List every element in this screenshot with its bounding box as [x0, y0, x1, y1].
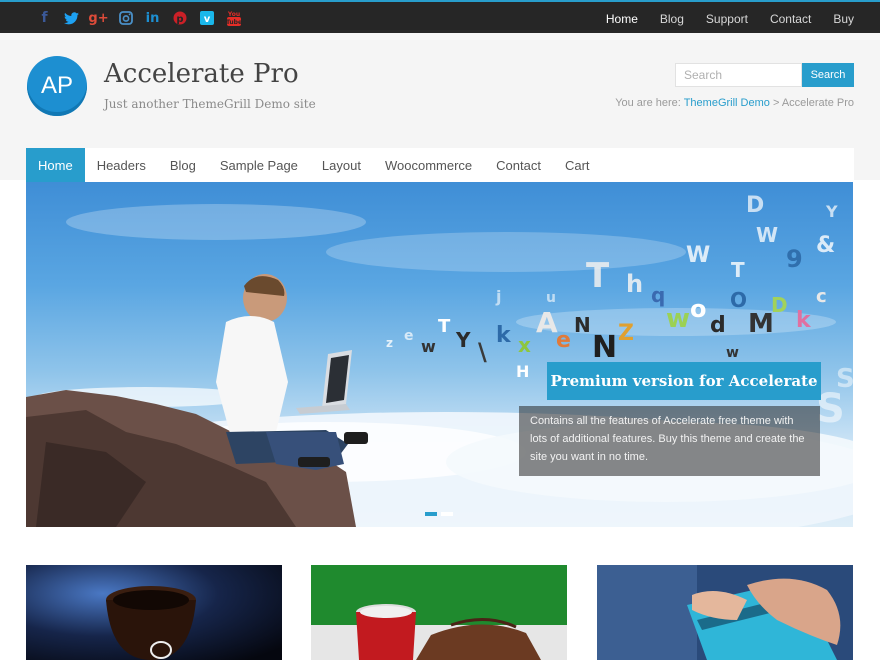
featured-post-image-2[interactable] — [311, 565, 567, 660]
nav-item-blog[interactable]: Blog — [158, 148, 208, 182]
nav-item-headers[interactable]: Headers — [85, 148, 158, 182]
breadcrumb-prefix: You are here: — [615, 97, 681, 109]
twitter-icon[interactable] — [58, 9, 85, 27]
breadcrumb: You are here: ThemeGrill Demo > Accelera… — [615, 97, 854, 109]
svg-text:d: d — [710, 313, 726, 338]
pinterest-icon[interactable]: p — [166, 9, 193, 27]
svg-text:q: q — [651, 283, 665, 307]
red-mug-image — [311, 565, 567, 660]
svg-text:w: w — [421, 337, 436, 356]
svg-text:e: e — [404, 328, 414, 344]
breadcrumb-link-home[interactable]: ThemeGrill Demo — [684, 97, 770, 109]
facebook-icon[interactable]: f — [31, 9, 58, 27]
slider-pagination — [425, 512, 453, 516]
svg-text:e: e — [556, 328, 571, 353]
svg-text:S: S — [836, 364, 853, 394]
svg-text:T: T — [731, 258, 745, 282]
svg-text:&: & — [816, 233, 835, 258]
breadcrumb-current: Accelerate Pro — [781, 97, 854, 109]
nav-item-home[interactable]: Home — [26, 148, 85, 182]
svg-text:H: H — [516, 362, 529, 381]
svg-text:N: N — [574, 313, 591, 337]
svg-text:p: p — [176, 14, 183, 25]
svg-text:N: N — [592, 330, 617, 365]
svg-text:j: j — [495, 287, 501, 306]
coffee-cup-image — [26, 565, 282, 660]
nav-item-layout[interactable]: Layout — [310, 148, 373, 182]
slide-caption-title[interactable]: Premium version for Accelerate — [547, 362, 821, 400]
linkedin-icon[interactable]: in — [139, 9, 166, 27]
nav-item-contact[interactable]: Contact — [484, 148, 553, 182]
svg-text:M: M — [748, 309, 774, 339]
slider-dot-2[interactable] — [441, 512, 453, 516]
nav-item-woocommerce[interactable]: Woocommerce — [373, 148, 484, 182]
featured-post-image-3[interactable] — [597, 565, 853, 660]
svg-text:v: v — [203, 14, 210, 25]
main-navigation: Home Headers Blog Sample Page Layout Woo… — [26, 148, 854, 182]
svg-text:9: 9 — [786, 245, 803, 273]
vimeo-icon[interactable]: v — [193, 9, 220, 27]
svg-text:x: x — [518, 333, 531, 357]
svg-text:k: k — [796, 308, 812, 333]
social-links: f g+ in p v You Tube — [31, 9, 247, 27]
topnav-blog[interactable]: Blog — [660, 12, 684, 26]
top-bar: f g+ in p v You Tube Home Blog Support Co… — [0, 0, 880, 33]
credit-card-image — [597, 565, 853, 660]
search-button[interactable]: Search — [802, 63, 854, 87]
svg-text:Y: Y — [455, 328, 471, 352]
svg-text:u: u — [546, 290, 556, 306]
search-input[interactable] — [675, 63, 802, 87]
top-navigation: Home Blog Support Contact Buy — [606, 12, 854, 26]
site-title[interactable]: Accelerate Pro — [104, 59, 299, 89]
svg-text:D: D — [746, 193, 764, 218]
topnav-contact[interactable]: Contact — [770, 12, 811, 26]
svg-text:o: o — [690, 295, 707, 323]
svg-text:You: You — [226, 11, 239, 18]
breadcrumb-separator: > — [772, 97, 780, 109]
svg-text:k: k — [496, 323, 512, 348]
svg-text:w: w — [726, 345, 739, 361]
svg-text:Z: Z — [618, 321, 634, 346]
topnav-support[interactable]: Support — [706, 12, 748, 26]
svg-text:T: T — [586, 256, 610, 296]
slide-caption-description: Contains all the features of Accelerate … — [519, 406, 820, 476]
svg-text:T: T — [438, 316, 451, 337]
svg-text:c: c — [816, 286, 827, 307]
svg-text:h: h — [626, 270, 643, 298]
svg-text:w: w — [666, 304, 690, 334]
svg-text:z: z — [386, 336, 393, 350]
hero-slider[interactable]: z e w T Y \ k x A e N N Z T h q w o d O … — [26, 182, 853, 527]
svg-text:Tube: Tube — [226, 19, 242, 26]
instagram-icon[interactable] — [112, 9, 139, 27]
svg-text:Y: Y — [825, 202, 838, 221]
nav-item-cart[interactable]: Cart — [553, 148, 602, 182]
nav-item-sample-page[interactable]: Sample Page — [208, 148, 310, 182]
featured-post-image-1[interactable] — [26, 565, 282, 660]
svg-text:D: D — [771, 293, 788, 317]
svg-text:\: \ — [478, 338, 487, 366]
site-logo[interactable]: AP — [27, 56, 87, 116]
svg-text:A: A — [536, 306, 558, 339]
youtube-icon[interactable]: You Tube — [220, 9, 247, 27]
svg-text:W: W — [756, 223, 778, 247]
google-plus-icon[interactable]: g+ — [85, 9, 112, 27]
svg-text:O: O — [730, 288, 747, 312]
svg-text:W: W — [686, 243, 710, 268]
topnav-buy[interactable]: Buy — [833, 12, 854, 26]
topnav-home[interactable]: Home — [606, 12, 638, 26]
slider-dot-1[interactable] — [425, 512, 437, 516]
site-tagline: Just another ThemeGrill Demo site — [104, 97, 316, 111]
